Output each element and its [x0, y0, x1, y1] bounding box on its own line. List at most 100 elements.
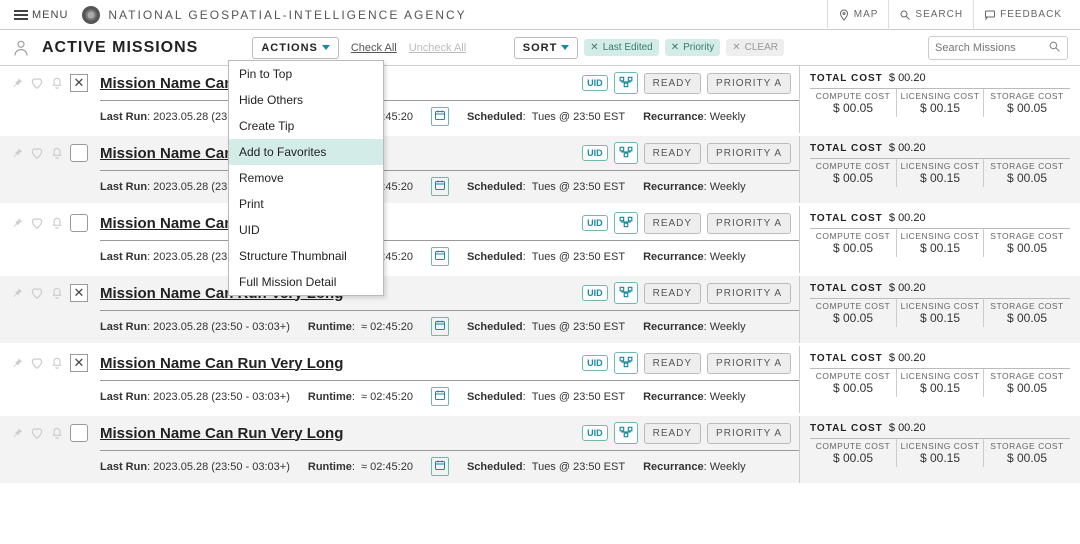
structure-button[interactable] [614, 142, 638, 164]
row-quick-icons [10, 356, 64, 373]
bell-icon[interactable] [50, 286, 64, 303]
row-checkbox[interactable] [70, 144, 88, 162]
structure-button[interactable] [614, 212, 638, 234]
mission-name-link[interactable]: Mission Name Can Run Very Long [100, 355, 343, 372]
calendar-icon[interactable] [431, 457, 449, 476]
mission-detail-row: Last Run: 2023.05.28 (23:50 - 03:03+) Ru… [100, 107, 799, 126]
sort-button[interactable]: SORT [514, 37, 579, 59]
heart-icon[interactable] [30, 76, 44, 93]
priority-badge[interactable]: PRIORITY A [707, 73, 791, 94]
ready-badge[interactable]: READY [644, 73, 701, 94]
ready-badge[interactable]: READY [644, 283, 701, 304]
structure-button[interactable] [614, 422, 638, 444]
mission-detail-row: Last Run: 2023.05.28 (23:50 - 03:03+) Ru… [100, 457, 799, 476]
close-row-button[interactable]: ✕ [70, 354, 88, 372]
uid-button[interactable]: UID [582, 355, 608, 371]
priority-badge[interactable]: PRIORITY A [707, 143, 791, 164]
menu-button[interactable]: MENU [8, 5, 74, 25]
actions-dropdown: Pin to TopHide OthersCreate TipAdd to Fa… [228, 60, 384, 296]
pin-icon[interactable] [10, 216, 24, 233]
ready-badge[interactable]: READY [644, 353, 701, 374]
bell-icon[interactable] [50, 146, 64, 163]
mission-name-link[interactable]: Mission Name Can Run Very Long [100, 425, 343, 442]
heart-icon[interactable] [30, 426, 44, 443]
pin-icon[interactable] [10, 146, 24, 163]
pin-icon[interactable] [10, 426, 24, 443]
close-icon: ✕ [74, 75, 85, 91]
sort-chip-last-edited[interactable]: ✕Last Edited [584, 39, 658, 56]
calendar-icon[interactable] [431, 107, 449, 126]
dropdown-item[interactable]: Print [229, 191, 383, 217]
priority-badge[interactable]: PRIORITY A [707, 283, 791, 304]
row-checkbox[interactable] [70, 424, 88, 442]
mission-detail-row: Last Run: 2023.05.28 (23:50 - 03:03+) Ru… [100, 177, 799, 196]
priority-badge[interactable]: PRIORITY A [707, 353, 791, 374]
priority-badge[interactable]: PRIORITY A [707, 213, 791, 234]
ready-badge[interactable]: READY [644, 143, 701, 164]
sort-chip-priority[interactable]: ✕Priority [665, 39, 721, 56]
structure-button[interactable] [614, 352, 638, 374]
calendar-icon[interactable] [431, 387, 449, 406]
dropdown-item[interactable]: Remove [229, 165, 383, 191]
close-icon: ✕ [74, 285, 85, 301]
bell-icon[interactable] [50, 216, 64, 233]
row-quick-icons [10, 216, 64, 233]
structure-button[interactable] [614, 72, 638, 94]
search-button[interactable]: SEARCH [888, 0, 973, 30]
calendar-icon[interactable] [431, 177, 449, 196]
cost-column: TOTAL COST $ 00.20 COMPUTE COST$ 00.05 L… [800, 416, 1080, 483]
uid-button[interactable]: UID [582, 75, 608, 91]
search-icon [1048, 40, 1061, 56]
feedback-button[interactable]: FEEDBACK [973, 0, 1072, 30]
close-row-button[interactable]: ✕ [70, 284, 88, 302]
uid-button[interactable]: UID [582, 425, 608, 441]
heart-icon[interactable] [30, 356, 44, 373]
uid-button[interactable]: UID [582, 215, 608, 231]
priority-badge[interactable]: PRIORITY A [707, 423, 791, 444]
check-all-link[interactable]: Check All [351, 42, 397, 54]
dropdown-item[interactable]: UID [229, 217, 383, 243]
map-button[interactable]: MAP [827, 0, 889, 30]
cost-column: TOTAL COST $ 00.20 COMPUTE COST$ 00.05 L… [800, 206, 1080, 273]
bell-icon[interactable] [50, 356, 64, 373]
dropdown-item[interactable]: Create Tip [229, 113, 383, 139]
heart-icon[interactable] [30, 146, 44, 163]
uid-button[interactable]: UID [582, 145, 608, 161]
chat-icon [984, 9, 996, 21]
cost-column: TOTAL COST $ 00.20 COMPUTE COST$ 00.05 L… [800, 276, 1080, 343]
sort-chip-clear[interactable]: ✕CLEAR [726, 39, 784, 56]
calendar-icon[interactable] [431, 317, 449, 336]
menu-label: MENU [32, 9, 68, 21]
pin-icon[interactable] [10, 286, 24, 303]
heart-icon[interactable] [30, 216, 44, 233]
pin-icon[interactable] [10, 356, 24, 373]
heart-icon[interactable] [30, 286, 44, 303]
mission-row: Mission Name Can Run Very Long UID READY… [0, 136, 1080, 206]
actions-label: ACTIONS [261, 42, 318, 54]
search-missions-input[interactable] [935, 42, 1048, 54]
close-row-button[interactable]: ✕ [70, 74, 88, 92]
row-quick-icons [10, 76, 64, 93]
topbar: MENU NATIONAL GEOSPATIAL-INTELLIGENCE AG… [0, 0, 1080, 30]
caret-down-icon [561, 45, 569, 50]
search-missions-box[interactable] [928, 36, 1068, 60]
dropdown-item[interactable]: Structure Thumbnail [229, 243, 383, 269]
dropdown-item[interactable]: Add to Favorites [229, 139, 383, 165]
dropdown-item[interactable]: Full Mission Detail [229, 269, 383, 295]
bell-icon[interactable] [50, 76, 64, 93]
ready-badge[interactable]: READY [644, 213, 701, 234]
bell-icon[interactable] [50, 426, 64, 443]
pin-icon[interactable] [10, 76, 24, 93]
structure-button[interactable] [614, 282, 638, 304]
ready-badge[interactable]: READY [644, 423, 701, 444]
actions-button[interactable]: ACTIONS [252, 37, 339, 59]
mission-list: ✕ Mission Name Can Run Very Long UID REA… [0, 66, 1080, 486]
uid-button[interactable]: UID [582, 285, 608, 301]
uncheck-all-link[interactable]: Uncheck All [409, 42, 466, 54]
dropdown-item[interactable]: Pin to Top [229, 61, 383, 87]
row-checkbox[interactable] [70, 214, 88, 232]
mission-row: Mission Name Can Run Very Long UID READY… [0, 206, 1080, 276]
dropdown-item[interactable]: Hide Others [229, 87, 383, 113]
calendar-icon[interactable] [431, 247, 449, 266]
mission-row: ✕ Mission Name Can Run Very Long UID REA… [0, 276, 1080, 346]
